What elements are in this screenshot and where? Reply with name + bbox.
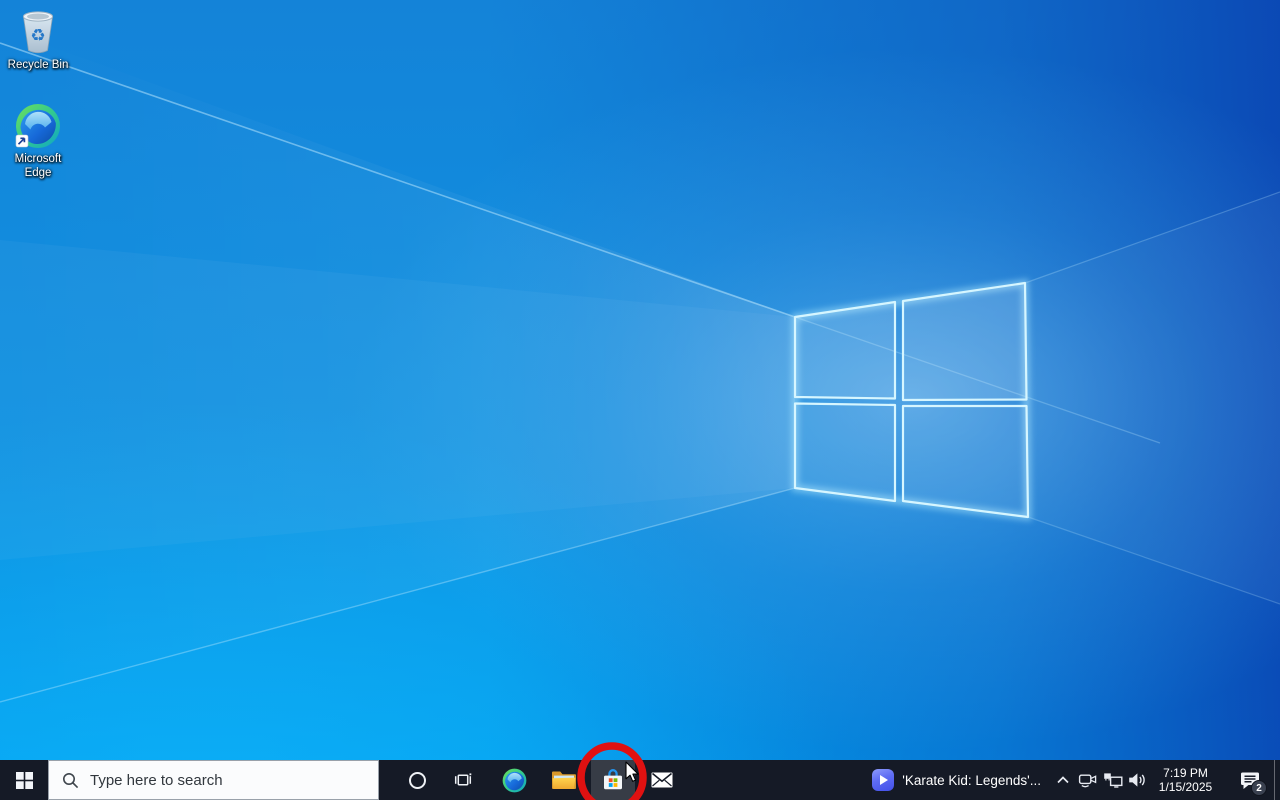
cortana-ring-icon xyxy=(408,771,426,789)
notification-badge: 2 xyxy=(1251,780,1267,796)
clock-time: 7:19 PM xyxy=(1163,766,1208,780)
start-button[interactable] xyxy=(0,760,48,800)
shortcut-arrow-badge xyxy=(15,134,29,148)
mail-envelope-icon xyxy=(651,772,673,788)
cortana-button[interactable] xyxy=(395,760,439,800)
microsoft-store-button[interactable] xyxy=(591,760,635,800)
show-desktop-button[interactable] xyxy=(1274,760,1280,800)
speaker-volume-icon xyxy=(1128,773,1145,787)
volume-button[interactable] xyxy=(1125,760,1150,800)
ethernet-monitor-icon xyxy=(1103,773,1122,788)
windows-start-icon xyxy=(15,771,33,789)
search-icon xyxy=(63,772,79,788)
show-hidden-icons-button[interactable] xyxy=(1050,760,1075,800)
mail-button[interactable] xyxy=(640,760,684,800)
news-ticker-text: 'Karate Kid: Legends'... xyxy=(902,772,1041,788)
microsoft-edge-icon xyxy=(13,102,63,150)
chevron-up-icon xyxy=(1056,776,1069,784)
clock-date: 1/15/2025 xyxy=(1158,780,1213,794)
windows-desktop: ♻ Recycle Bin Microsoft Edge Type here t… xyxy=(0,0,1280,800)
file-explorer-folder-icon xyxy=(552,771,576,790)
system-tray: 'Karate Kid: Legends'... 7:19 PM 1/15/20… xyxy=(866,760,1280,800)
recycle-bin-icon: ♻ xyxy=(16,8,60,56)
task-view-icon xyxy=(454,773,472,786)
svg-text:♻: ♻ xyxy=(30,26,45,46)
microsoft-edge-icon xyxy=(502,768,526,792)
news-widget-button[interactable]: 'Karate Kid: Legends'... xyxy=(866,760,1050,800)
news-video-play-icon xyxy=(872,769,895,791)
video-camera-icon xyxy=(1078,774,1096,787)
desktop-wallpaper[interactable] xyxy=(0,0,1280,800)
clock-button[interactable]: 7:19 PM 1/15/2025 xyxy=(1150,760,1226,800)
edge-taskbar-button[interactable] xyxy=(492,760,536,800)
task-view-button[interactable] xyxy=(441,760,485,800)
wallpaper-graphic xyxy=(0,0,1280,800)
meet-now-button[interactable] xyxy=(1075,760,1100,800)
network-button[interactable] xyxy=(1100,760,1125,800)
search-input[interactable] xyxy=(90,771,378,789)
taskbar-search[interactable] xyxy=(48,760,379,800)
desktop-icon-label: Recycle Bin xyxy=(7,59,69,71)
desktop-icon-recycle-bin[interactable]: ♻ Recycle Bin xyxy=(0,8,76,73)
desktop-icon-microsoft-edge[interactable]: Microsoft Edge xyxy=(0,102,76,180)
action-center-button[interactable]: 2 xyxy=(1226,760,1274,800)
file-explorer-button[interactable] xyxy=(542,760,586,800)
desktop-icon-label: Microsoft Edge xyxy=(14,153,62,179)
store-bag-icon xyxy=(604,769,622,790)
taskbar: 'Karate Kid: Legends'... xyxy=(0,760,1280,800)
